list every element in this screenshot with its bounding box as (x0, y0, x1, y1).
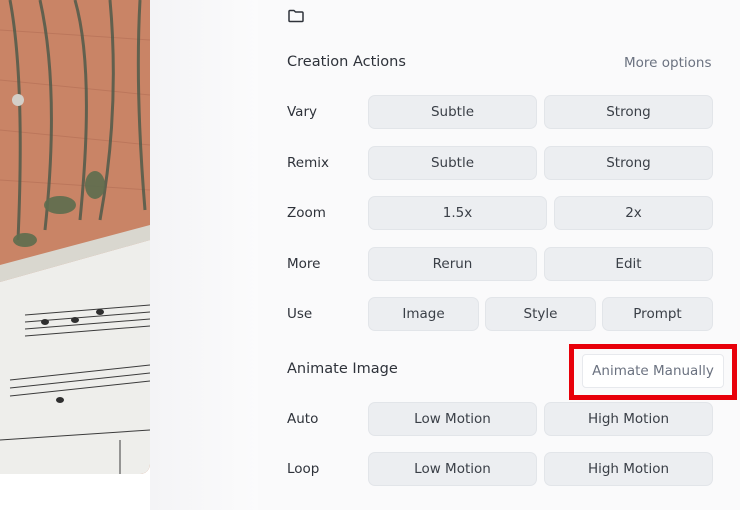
edit-button[interactable]: Edit (544, 247, 713, 281)
auto-high-motion-button[interactable]: High Motion (544, 402, 713, 436)
panel-divider (150, 0, 258, 510)
creation-actions-title: Creation Actions (287, 54, 406, 70)
rerun-button[interactable]: Rerun (368, 247, 537, 281)
remix-strong-button[interactable]: Strong (544, 146, 713, 180)
generated-image-preview[interactable] (0, 0, 150, 474)
animate-manually-button[interactable]: Animate Manually (582, 354, 724, 388)
folder-icon[interactable] (286, 6, 306, 26)
vary-label: Vary (287, 104, 317, 120)
use-image-button[interactable]: Image (368, 297, 479, 331)
use-style-button[interactable]: Style (485, 297, 596, 331)
more-options-link[interactable]: More options (624, 55, 711, 71)
zoom-label: Zoom (287, 205, 326, 221)
zoom-2x-button[interactable]: 2x (554, 196, 713, 230)
use-label: Use (287, 306, 313, 322)
use-prompt-button[interactable]: Prompt (602, 297, 713, 331)
animate-image-title: Animate Image (287, 361, 398, 377)
creation-panel: Creation Actions More options Vary Subtl… (258, 0, 740, 510)
auto-label: Auto (287, 411, 319, 427)
remix-label: Remix (287, 155, 329, 171)
loop-label: Loop (287, 461, 320, 477)
loop-high-motion-button[interactable]: High Motion (544, 452, 713, 486)
image-preview-area (0, 0, 150, 474)
auto-low-motion-button[interactable]: Low Motion (368, 402, 537, 436)
loop-low-motion-button[interactable]: Low Motion (368, 452, 537, 486)
more-label: More (287, 256, 321, 272)
vary-subtle-button[interactable]: Subtle (368, 95, 537, 129)
vary-strong-button[interactable]: Strong (544, 95, 713, 129)
zoom-1-5x-button[interactable]: 1.5x (368, 196, 547, 230)
remix-subtle-button[interactable]: Subtle (368, 146, 537, 180)
